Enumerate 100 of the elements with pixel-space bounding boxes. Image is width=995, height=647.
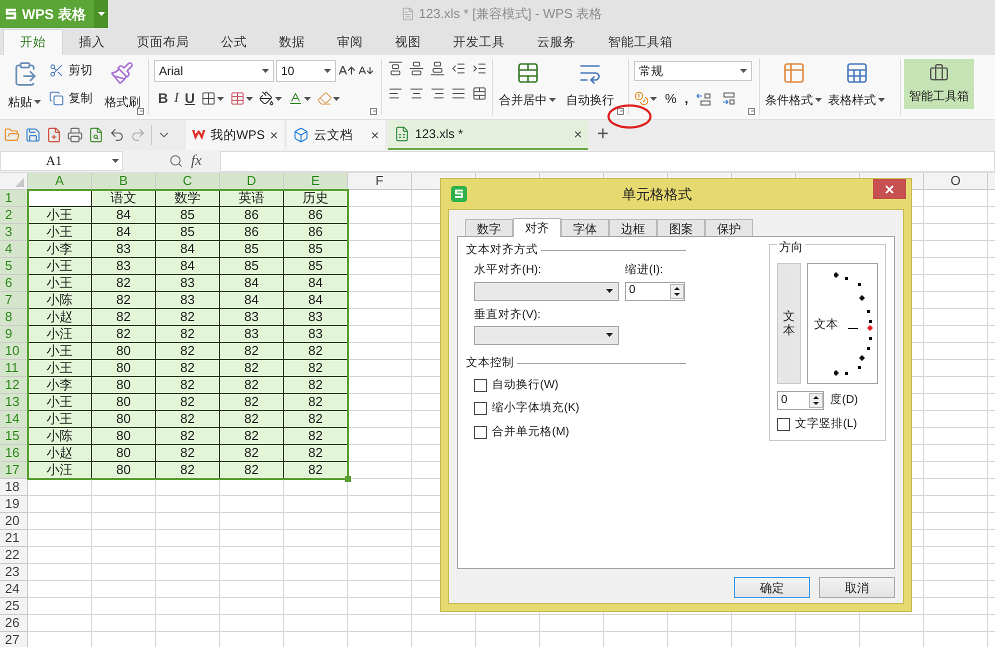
borders-icon[interactable]: [200, 91, 216, 106]
checkbox[interactable]: [777, 418, 790, 432]
decrease-decimal-icon[interactable]: [720, 92, 736, 106]
indent-increase-icon[interactable]: [472, 61, 487, 76]
dialog-launcher-icon[interactable]: [748, 108, 755, 115]
document-tab[interactable]: 123.xls * ×: [388, 120, 588, 150]
paste-button[interactable]: 粘贴: [8, 93, 42, 111]
spreadsheet-file-icon[interactable]: [394, 126, 410, 142]
row-header[interactable]: 23: [0, 564, 28, 581]
menu-tab[interactable]: 视图: [379, 29, 437, 55]
row-header[interactable]: 25: [0, 598, 28, 615]
bold-button[interactable]: B: [158, 88, 168, 109]
save-icon[interactable]: [25, 127, 41, 143]
format-painter-button[interactable]: 格式刷: [104, 93, 140, 111]
menu-tab[interactable]: 开始: [3, 29, 63, 55]
menu-tab[interactable]: 数据: [263, 29, 321, 55]
row-header[interactable]: 19: [0, 496, 28, 513]
dialog-tab[interactable]: 字体: [561, 219, 609, 236]
align-top-icon[interactable]: [388, 61, 403, 76]
dialog-tab[interactable]: 边框: [609, 219, 657, 236]
wrap-text-button[interactable]: 自动换行: [566, 91, 614, 109]
copy-button[interactable]: 复制: [49, 89, 97, 107]
currency-icon[interactable]: [634, 91, 649, 106]
spin-arrows-icon[interactable]: [809, 393, 823, 408]
indent-decrease-icon[interactable]: [451, 61, 466, 76]
font-color-icon[interactable]: [288, 91, 303, 106]
conditional-format-icon[interactable]: [782, 61, 806, 85]
search-icon[interactable]: [169, 154, 183, 168]
row-header[interactable]: 22: [0, 547, 28, 564]
table-style-button[interactable]: 表格样式: [828, 91, 885, 109]
merge-center-icon[interactable]: [516, 61, 540, 85]
toolbox-button[interactable]: 智能工具箱: [904, 59, 974, 109]
cell-pattern-icon[interactable]: [230, 91, 245, 106]
document-tab[interactable]: 我的WPS ×: [186, 120, 284, 150]
dialog-tab[interactable]: 保护: [705, 219, 753, 236]
menu-tab[interactable]: 页面布局: [121, 29, 205, 55]
dialog-tab[interactable]: 图案: [657, 219, 705, 236]
row-header[interactable]: 18: [0, 479, 28, 496]
toolbox-icon[interactable]: [929, 63, 949, 83]
close-tab-button[interactable]: ×: [370, 124, 379, 146]
align-bottom-icon[interactable]: [430, 61, 445, 76]
menu-tab[interactable]: 审阅: [321, 29, 379, 55]
dialog-launcher-icon[interactable]: [617, 108, 624, 115]
align-left-icon[interactable]: [388, 86, 403, 101]
column-header[interactable]: F: [348, 173, 412, 189]
dialog-tab[interactable]: 数字: [465, 219, 513, 236]
menu-tab[interactable]: 插入: [63, 29, 121, 55]
new-file-icon[interactable]: [46, 127, 62, 143]
menu-tab[interactable]: 智能工具箱: [592, 29, 689, 55]
new-tab-button[interactable]: +: [591, 120, 615, 150]
font-name-select[interactable]: Arial: [154, 60, 274, 82]
active-cell[interactable]: [28, 190, 92, 207]
name-box[interactable]: A1: [0, 151, 123, 171]
scissors-icon[interactable]: [49, 62, 64, 78]
close-tab-button[interactable]: ×: [574, 124, 582, 144]
vertical-text-button[interactable]: 文本: [777, 263, 801, 384]
align-middle-icon[interactable]: [409, 61, 424, 76]
close-button[interactable]: [873, 179, 906, 199]
angle-dial[interactable]: 文本: [807, 263, 878, 384]
menu-tab[interactable]: 公式: [205, 29, 263, 55]
degree-spinbox[interactable]: 0: [777, 391, 824, 410]
formula-input[interactable]: [220, 150, 995, 172]
cut-button[interactable]: 剪切: [49, 61, 97, 79]
italic-button[interactable]: I: [174, 88, 179, 109]
undo-icon[interactable]: [109, 127, 125, 143]
row-header[interactable]: 24: [0, 581, 28, 598]
font-size-select[interactable]: 10: [276, 60, 336, 82]
menu-tab[interactable]: 云服务: [521, 29, 592, 55]
row-header[interactable]: 27: [0, 632, 28, 647]
print-preview-icon[interactable]: [88, 127, 104, 143]
dialog-button[interactable]: 确定: [734, 577, 810, 598]
row-header[interactable]: 26: [0, 615, 28, 632]
checkbox[interactable]: [474, 426, 487, 439]
checkbox[interactable]: [474, 402, 487, 416]
comma-button[interactable]: ,: [684, 89, 688, 108]
number-format-select[interactable]: 常规: [634, 61, 752, 81]
align-right-icon[interactable]: [430, 86, 445, 101]
underline-button[interactable]: U: [184, 88, 195, 109]
increase-decimal-icon[interactable]: [696, 92, 712, 106]
cube-icon[interactable]: [293, 127, 309, 143]
dialog-launcher-icon[interactable]: [137, 108, 144, 115]
checkbox[interactable]: [474, 379, 487, 392]
justify-icon[interactable]: [451, 86, 466, 101]
column-header[interactable]: O: [924, 173, 988, 189]
print-icon[interactable]: [67, 127, 83, 143]
table-style-icon[interactable]: [844, 61, 868, 85]
fill-handle[interactable]: [345, 476, 351, 482]
spin-arrows-icon[interactable]: [670, 284, 684, 298]
copy-icon[interactable]: [49, 90, 64, 106]
row-header[interactable]: 20: [0, 513, 28, 530]
fill-color-icon[interactable]: [258, 91, 274, 106]
document-tab[interactable]: 云文档 ×: [287, 120, 385, 150]
close-tab-button[interactable]: ×: [270, 124, 278, 146]
dialog-launcher-icon[interactable]: [370, 108, 377, 115]
conditional-format-button[interactable]: 条件格式: [765, 91, 822, 109]
paintbrush-icon[interactable]: [110, 61, 134, 85]
percent-button[interactable]: %: [665, 89, 677, 108]
row-header[interactable]: 21: [0, 530, 28, 547]
indent-spinbox[interactable]: 0: [625, 282, 685, 300]
align-center-icon[interactable]: [409, 86, 424, 101]
